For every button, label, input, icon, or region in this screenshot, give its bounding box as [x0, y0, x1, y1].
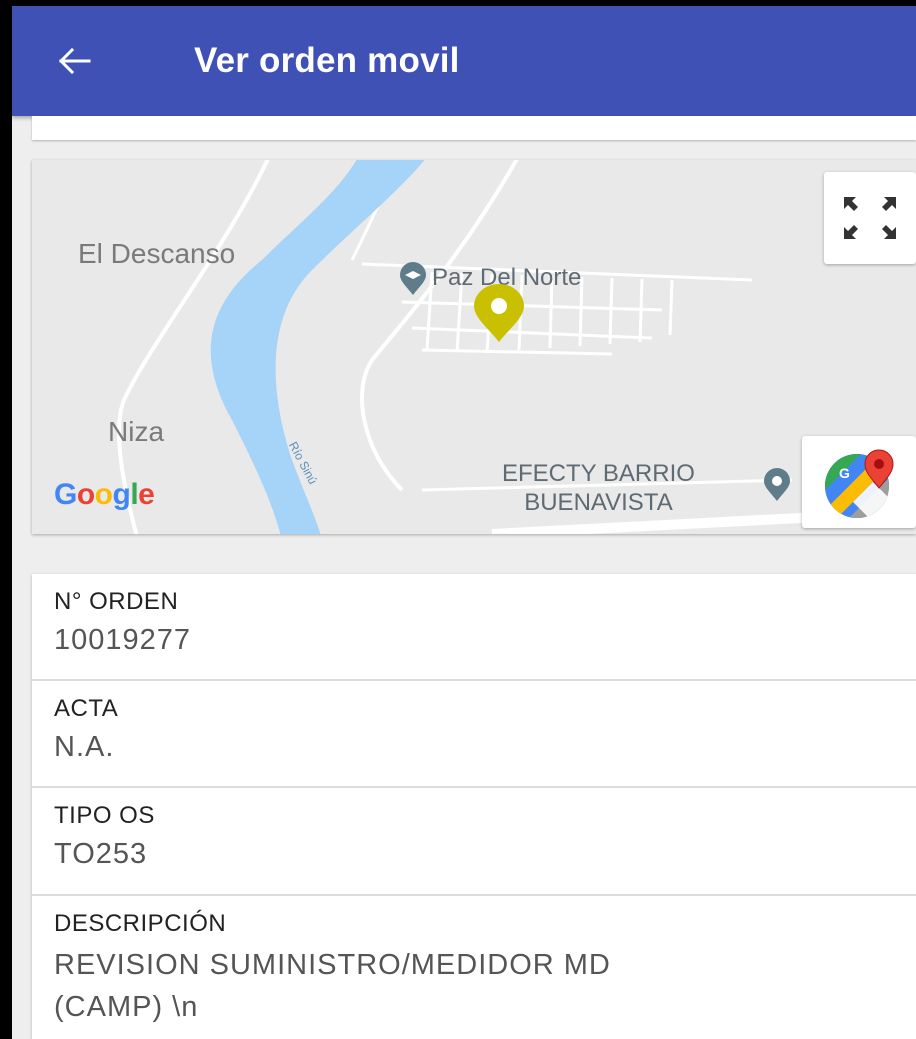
google-logo: Google	[54, 478, 155, 512]
order-details-card: N° ORDEN 10019277 ACTA N.A. TIPO OS TO25…	[32, 574, 916, 1039]
app-bar: Ver orden movil	[12, 6, 916, 116]
google-letter: o	[76, 478, 95, 511]
map-label-niza: Niza	[108, 416, 165, 447]
collapsed-card	[32, 116, 916, 140]
field-label: N° ORDEN	[54, 588, 179, 615]
field-value: TO253	[54, 838, 148, 870]
back-button[interactable]	[40, 26, 110, 96]
school-poi-icon	[400, 262, 426, 295]
field-tipo-os: TIPO OS TO253	[32, 788, 916, 896]
screen: Ver orden movil El Descanso Niza Río Sin…	[12, 6, 916, 1039]
arrow-left-icon	[59, 48, 91, 74]
field-acta: ACTA N.A.	[32, 681, 916, 788]
field-value-line: (CAMP) \n	[54, 991, 199, 1024]
open-in-google-maps-button[interactable]: G	[802, 436, 916, 528]
google-letter: e	[138, 478, 155, 511]
page-title: Ver orden movil	[194, 41, 460, 80]
map-label-efecty-line1: EFECTY BARRIO	[502, 460, 695, 487]
field-label: ACTA	[54, 695, 119, 722]
location-marker-icon[interactable]	[470, 284, 528, 344]
field-value-line: REVISION SUMINISTRO/MEDIDOR MD	[54, 949, 611, 981]
google-letter: g	[112, 478, 131, 511]
google-letter: o	[94, 478, 113, 511]
field-order-number: N° ORDEN 10019277	[32, 574, 916, 681]
map-label-efecty: EFECTY BARRIO BUENAVISTA	[502, 460, 695, 518]
svg-text:G: G	[839, 465, 850, 481]
field-value: 10019277	[54, 624, 192, 656]
field-label: TIPO OS	[54, 802, 155, 829]
fullscreen-button[interactable]	[824, 172, 916, 264]
store-poi-icon	[764, 468, 790, 501]
field-value-multiline: REVISION SUMINISTRO/MEDIDOR MD (CAMP) \n	[54, 944, 916, 1028]
field-value: N.A.	[54, 731, 115, 763]
field-label: DESCRIPCIÓN	[54, 910, 227, 937]
google-maps-icon: G	[825, 449, 894, 518]
map-view[interactable]: El Descanso Niza Río Sinú Paz Del Norte …	[32, 160, 916, 534]
field-descripcion: DESCRIPCIÓN REVISION SUMINISTRO/MEDIDOR …	[32, 896, 916, 1028]
map-label-el-descanso: El Descanso	[78, 238, 236, 269]
expand-icon	[844, 197, 896, 239]
map-label-efecty-line2: BUENAVISTA	[524, 488, 673, 516]
google-letter: l	[130, 478, 139, 511]
google-letter: G	[54, 478, 77, 511]
